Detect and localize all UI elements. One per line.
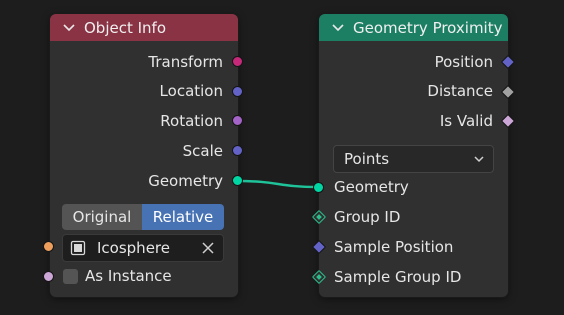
object-input-socket[interactable]	[43, 241, 54, 252]
transform-output-socket[interactable]	[232, 56, 243, 67]
output-scale-label: Scale	[182, 142, 223, 160]
rotation-output-socket[interactable]	[232, 115, 243, 126]
output-transform-label: Transform	[148, 53, 223, 71]
output-geometry-label: Geometry	[148, 172, 223, 190]
transform-space-toggle[interactable]: Original Relative	[62, 204, 224, 230]
scale-output-socket[interactable]	[232, 145, 243, 156]
chevron-down-icon	[474, 156, 484, 163]
output-rotation-label: Rotation	[160, 112, 223, 130]
geometry-output-socket[interactable]	[232, 175, 243, 186]
dropdown-value: Points	[344, 150, 390, 168]
object-icon	[70, 240, 86, 256]
object-value: Icosphere	[97, 239, 170, 257]
output-location-label: Location	[159, 82, 223, 100]
location-output-socket[interactable]	[232, 86, 243, 97]
output-is-valid-label: Is Valid	[439, 112, 493, 130]
object-info-node[interactable]: Object Info Transform Location Rotation …	[50, 14, 238, 297]
option-original[interactable]: Original	[62, 204, 142, 230]
input-sample-position-label: Sample Position	[334, 238, 454, 256]
geometry-proximity-node[interactable]: Geometry Proximity Position Distance Is …	[319, 14, 508, 297]
output-distance-label: Distance	[427, 82, 493, 100]
as-instance-input-socket[interactable]	[43, 271, 54, 282]
chevron-down-icon[interactable]	[62, 21, 76, 35]
output-position-label: Position	[434, 53, 493, 71]
as-instance-label: As Instance	[85, 267, 172, 285]
input-sample-group-id-label: Sample Group ID	[334, 268, 462, 286]
node-title: Geometry Proximity	[353, 18, 503, 37]
input-group-id-label: Group ID	[334, 208, 401, 226]
as-instance-checkbox[interactable]	[63, 269, 78, 284]
object-info-header[interactable]: Object Info	[50, 14, 238, 41]
geometry-proximity-header[interactable]: Geometry Proximity	[319, 14, 508, 41]
option-relative[interactable]: Relative	[142, 204, 224, 230]
geometry-input-socket[interactable]	[313, 182, 324, 193]
input-geometry-label: Geometry	[334, 178, 409, 196]
object-field[interactable]: Icosphere	[62, 234, 224, 262]
chevron-down-icon[interactable]	[331, 21, 345, 35]
clear-icon[interactable]	[202, 242, 214, 254]
node-title: Object Info	[84, 18, 167, 37]
target-element-dropdown[interactable]: Points	[333, 145, 494, 173]
